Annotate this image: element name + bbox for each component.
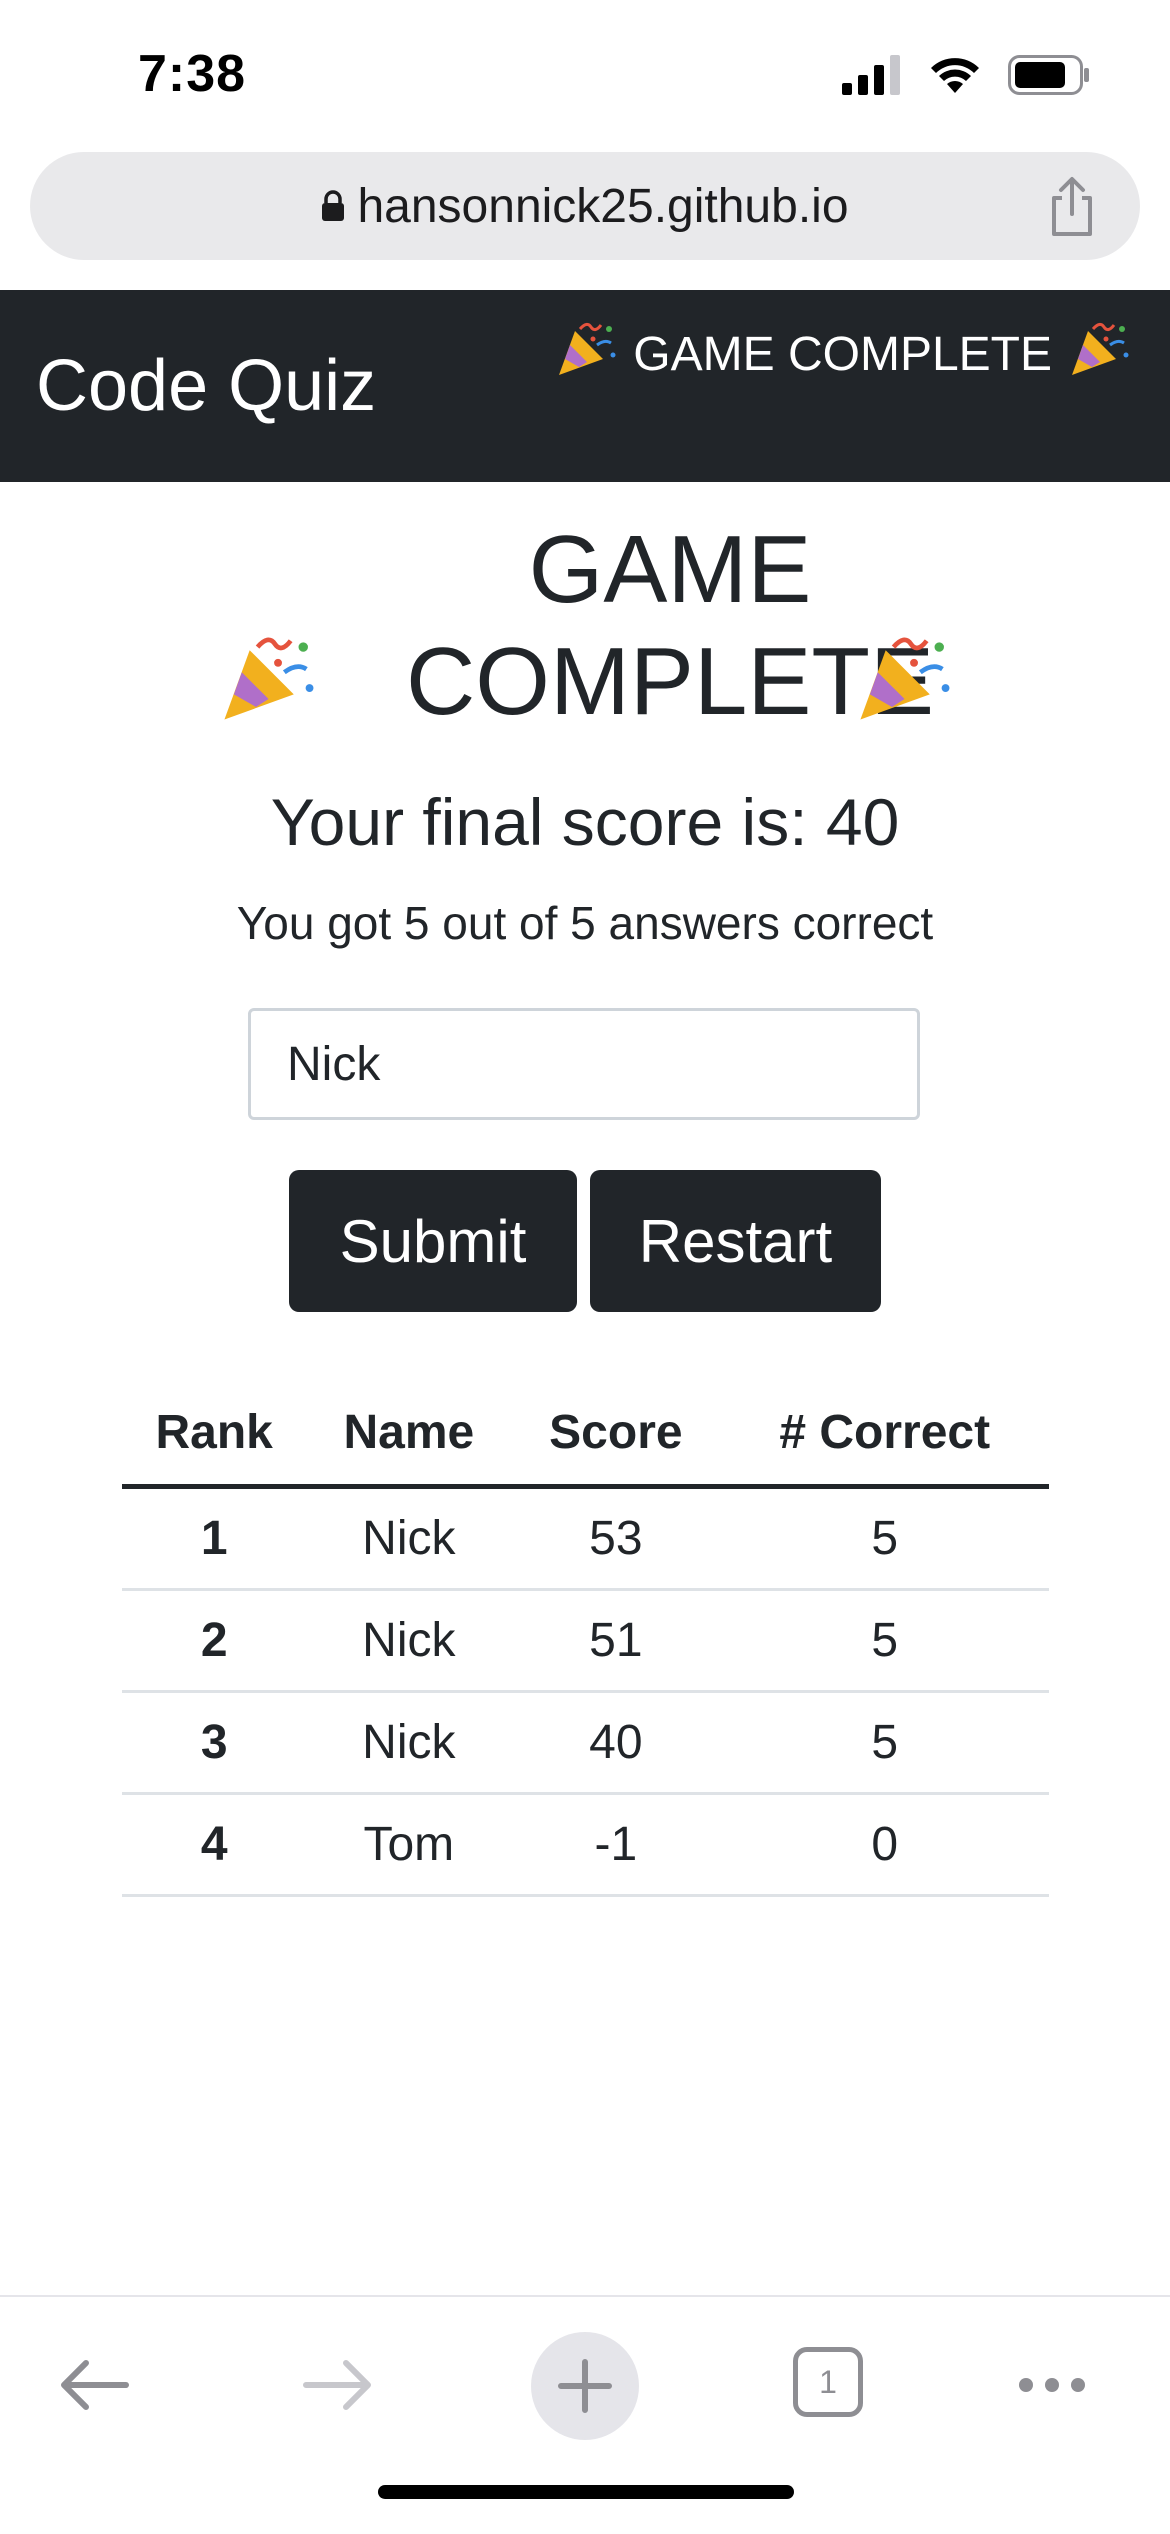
party-popper-icon: [215, 628, 319, 750]
nav-status-text: GAME COMPLETE: [633, 327, 1052, 381]
name-cell: Nick: [306, 1486, 512, 1591]
leaderboard-table: Rank Name Score # Correct 1 Nick 53 5 2 …: [122, 1380, 1049, 1897]
url-display[interactable]: hansonnick25.github.io: [30, 152, 1140, 260]
rank-cell: 1: [122, 1486, 307, 1591]
restart-button[interactable]: Restart: [590, 1170, 881, 1312]
correct-cell: 5: [720, 1589, 1049, 1693]
table-row: 2 Nick 51 5: [122, 1589, 1049, 1693]
home-indicator[interactable]: [378, 2485, 794, 2499]
header-name: Name: [306, 1380, 512, 1489]
address-bar[interactable]: hansonnick25.github.io: [30, 152, 1140, 260]
battery-icon: [1008, 54, 1090, 100]
brand-title[interactable]: Code Quiz: [36, 290, 376, 482]
rank-cell: 3: [122, 1691, 307, 1795]
name-cell: Tom: [306, 1793, 512, 1897]
score-cell: -1: [511, 1793, 721, 1897]
header-correct: # Correct: [720, 1380, 1049, 1489]
tabs-icon[interactable]: 1: [793, 2347, 863, 2417]
main-content: GAME COMPLETE Your final score is: 40 Yo…: [0, 482, 1170, 950]
table-row: 3 Nick 40 5: [122, 1691, 1049, 1795]
party-popper-icon: [1066, 317, 1132, 391]
table-row: 4 Tom -1 0: [122, 1793, 1049, 1897]
score-cell: 40: [511, 1691, 721, 1795]
correct-cell: 5: [720, 1486, 1049, 1591]
submit-button[interactable]: Submit: [289, 1170, 577, 1312]
header-rank: Rank: [122, 1380, 307, 1489]
score-cell: 51: [511, 1589, 721, 1693]
status-time: 7:38: [138, 45, 247, 103]
page-title: GAME COMPLETE: [0, 514, 1170, 750]
plus-icon: [557, 2358, 613, 2419]
status-bar: 7:38: [0, 0, 1170, 145]
rank-cell: 4: [122, 1793, 307, 1897]
final-score: Your final score is: 40: [270, 784, 900, 859]
header-score: Score: [511, 1380, 721, 1489]
forward-arrow-icon[interactable]: [302, 2355, 374, 2420]
party-popper-icon: [553, 317, 619, 391]
correct-cell: 5: [720, 1691, 1049, 1795]
score-cell: 53: [511, 1486, 721, 1591]
table-row: 1 Nick 53 5: [122, 1486, 1049, 1591]
navbar: Code Quiz GAME COMPLETE: [0, 290, 1170, 482]
lock-icon: [321, 179, 345, 234]
status-icons: [842, 52, 1090, 102]
tab-count: 1: [819, 2363, 837, 2400]
name-input[interactable]: [248, 1008, 920, 1120]
correct-cell: 0: [720, 1793, 1049, 1897]
rank-cell: 2: [122, 1589, 307, 1693]
new-tab-button[interactable]: [531, 2332, 639, 2440]
more-icon[interactable]: [1016, 2375, 1088, 2400]
share-icon[interactable]: [1044, 174, 1100, 243]
name-cell: Nick: [306, 1589, 512, 1693]
table-header-row: Rank Name Score # Correct: [122, 1380, 1049, 1489]
party-popper-icon: [851, 628, 955, 750]
name-cell: Nick: [306, 1691, 512, 1795]
back-arrow-icon[interactable]: [58, 2355, 130, 2420]
correct-summary: You got 5 out of 5 answers correct: [236, 896, 934, 949]
url-text: hansonnick25.github.io: [357, 179, 849, 233]
nav-status: GAME COMPLETE: [553, 322, 1132, 386]
wifi-icon: [928, 55, 982, 100]
signal-icon: [842, 54, 902, 100]
